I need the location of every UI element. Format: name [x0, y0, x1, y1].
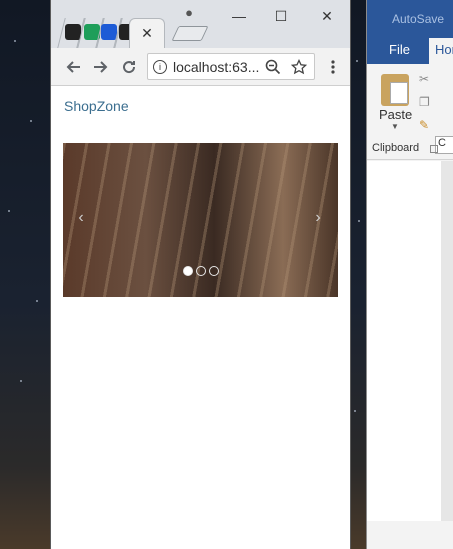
dialog-launcher-icon[interactable] — [430, 145, 438, 153]
tab-file[interactable]: File — [389, 42, 410, 57]
menu-dots-icon[interactable] — [323, 57, 343, 77]
github-icon — [65, 24, 81, 40]
next-slide-icon[interactable]: › — [312, 209, 324, 226]
brand-link[interactable]: ShopZone — [64, 98, 129, 114]
format-painter-icon[interactable]: ✎ — [419, 118, 433, 132]
web-page: ShopZone ‹ › — [51, 87, 350, 549]
word-ribbon: Paste ▼ ✂ ❐ ✎ C Clipboard — [367, 64, 453, 160]
paste-button[interactable]: Paste — [379, 107, 412, 122]
tab-strip: ✕ — [57, 18, 277, 48]
carousel-dot[interactable] — [196, 266, 206, 276]
word-title-bar: AutoSave — [367, 0, 453, 34]
url-text[interactable]: localhost:63... — [173, 59, 259, 75]
zoom-out-icon[interactable] — [263, 57, 283, 77]
close-window-button[interactable]: ✕ — [315, 6, 339, 26]
carousel-dot[interactable] — [209, 266, 219, 276]
new-tab-button[interactable] — [171, 26, 209, 41]
image-carousel[interactable]: ‹ › — [63, 143, 338, 297]
word-window: AutoSave File Hon Paste ▼ ✂ ❐ ✎ C Clipbo… — [366, 0, 453, 549]
scrollbar[interactable] — [441, 161, 453, 521]
copy-icon[interactable]: ❐ — [419, 95, 433, 109]
browser-window: ● — ☐ ✕ ✕ i localhost:63... ShopZone ‹ › — [50, 0, 351, 549]
clipboard-group-label: Clipboard — [372, 142, 420, 154]
close-tab-icon[interactable]: ✕ — [141, 25, 153, 42]
document-area[interactable] — [367, 161, 441, 521]
carousel-indicators — [183, 266, 219, 276]
chevron-down-icon[interactable]: ▼ — [391, 122, 399, 131]
docs-icon — [101, 24, 117, 40]
cut-icon[interactable]: ✂ — [419, 72, 433, 86]
active-tab[interactable]: ✕ — [129, 18, 165, 48]
title-bar: ● — ☐ ✕ ✕ — [51, 0, 350, 48]
prev-slide-icon[interactable]: ‹ — [75, 209, 87, 226]
star-icon[interactable] — [289, 57, 309, 77]
autosave-label[interactable]: AutoSave — [392, 12, 444, 26]
forward-arrow-icon[interactable] — [91, 57, 111, 77]
tab-home[interactable]: Hon — [429, 38, 453, 64]
info-icon[interactable]: i — [153, 59, 167, 74]
browser-toolbar: i localhost:63... — [51, 48, 350, 86]
paste-icon[interactable] — [381, 74, 409, 106]
carousel-dot[interactable] — [183, 266, 193, 276]
back-arrow-icon[interactable] — [63, 57, 83, 77]
reload-icon[interactable] — [119, 57, 139, 77]
word-ribbon-tabs: File Hon — [367, 34, 453, 64]
